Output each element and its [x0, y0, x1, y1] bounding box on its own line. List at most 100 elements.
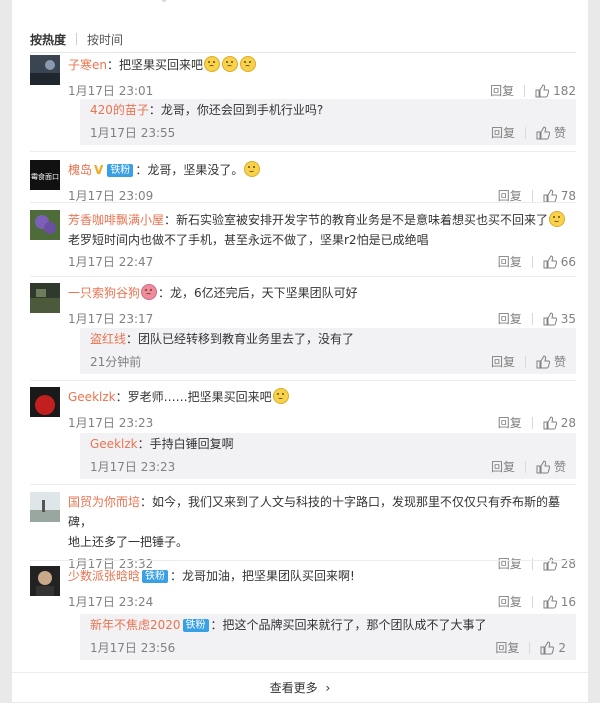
comment-time: 1月17日 23:01 — [68, 84, 154, 98]
comment-meta: 1月17日 23:09 回复 78 — [68, 186, 576, 206]
like-count: 16 — [560, 595, 576, 609]
like-button[interactable]: 182 — [535, 81, 576, 101]
love-emoji-icon — [141, 284, 158, 300]
like-count: 35 — [560, 312, 576, 326]
view-more-button[interactable]: 查看更多 › — [12, 672, 588, 703]
like-button[interactable]: 78 — [543, 186, 576, 206]
like-button[interactable]: 2 — [540, 638, 566, 658]
scroll-hint: ⌄ — [160, 0, 170, 5]
comment-meta: 1月17日 22:47 回复 66 — [68, 252, 576, 272]
reply-button[interactable]: 回复 — [498, 252, 522, 272]
fan-badge: 铁粉 — [182, 619, 209, 632]
avatar[interactable] — [30, 283, 60, 313]
like-button[interactable]: 赞 — [536, 123, 566, 143]
like-button[interactable]: 28 — [543, 413, 576, 433]
thumbs-up-icon — [536, 460, 550, 474]
thumbs-up-icon — [540, 641, 555, 655]
reply-username[interactable]: 新年不焦虑2020 — [90, 618, 181, 632]
comment-divider — [30, 151, 576, 152]
like-button[interactable]: 16 — [543, 592, 576, 612]
action-separator — [529, 642, 531, 654]
reply-username[interactable]: Geeklzk — [90, 437, 138, 451]
reply-button[interactable]: 回复 — [498, 309, 522, 329]
reply-content: ：龙哥，你还会回到手机行业吗? — [148, 103, 324, 117]
comment-username[interactable]: 少数派张晗晗 — [68, 569, 140, 583]
comment-text: Geeklzk：罗老师……把坚果买回来吧 — [68, 387, 576, 407]
like-count: 78 — [560, 189, 576, 203]
sad-emoji-icon — [222, 56, 239, 72]
avatar[interactable] — [30, 387, 60, 417]
comment-time: 1月17日 23:17 — [68, 312, 154, 326]
reply-button[interactable]: 回复 — [491, 352, 515, 372]
comment-username[interactable]: 槐岛 — [68, 163, 92, 177]
comment-meta: 1月17日 23:23 回复 28 — [68, 413, 576, 433]
comment-username[interactable]: Geeklzk — [68, 390, 116, 404]
reply-text: Geeklzk：手持白锤回复啊 — [90, 433, 566, 455]
comment-text: 少数派张晗晗 铁粉 ：龙哥加油，把坚果团队买回来啊! — [68, 566, 576, 586]
comment-content: ：新石实验室被安排开发字节的教育业务是不是意味着想买也买不回来了 — [164, 213, 549, 227]
reply-content: ：手持白锤回复啊 — [137, 437, 234, 451]
reply-content: ：团队已经转移到教育业务里去了，没有了 — [126, 332, 355, 346]
comment-meta: 1月17日 23:24 回复 16 — [68, 592, 576, 612]
reply-meta: 21分钟前 回复 赞 — [90, 352, 566, 372]
action-separator — [531, 596, 533, 608]
action-separator — [531, 256, 533, 268]
comment-text: 一只索狗谷狗 ：龙，6亿还完后，天下坚果团队可好 — [68, 283, 576, 303]
comment-username[interactable]: 一只索狗谷狗 — [68, 286, 140, 300]
reply-meta: 1月17日 23:23 回复 赞 — [90, 457, 566, 477]
tab-separator — [76, 33, 78, 45]
comment-content: ：罗老师……把坚果买回来吧 — [115, 390, 272, 404]
comment-meta: 1月17日 23:17 回复 35 — [68, 309, 576, 329]
reply-box: 新年不焦虑2020 铁粉 ：把这个品牌买回来就行了，那个团队成不了大事了 1月17日… — [80, 614, 576, 660]
tab-by-time[interactable]: 按时间 — [87, 31, 123, 48]
thumbs-up-icon — [536, 126, 550, 140]
comment-meta: 1月17日 23:01 回复 182 — [68, 81, 576, 101]
verified-v-icon: V — [94, 163, 104, 177]
reply-button[interactable]: 回复 — [498, 592, 522, 612]
svg-text:霉食面口: 霉食面口 — [31, 172, 59, 181]
reply-time: 21分钟前 — [90, 355, 142, 369]
like-button[interactable]: 赞 — [536, 457, 566, 477]
comment-username[interactable]: 子寒en — [68, 58, 107, 72]
like-button[interactable]: 66 — [543, 252, 576, 272]
reply-button[interactable]: 回复 — [490, 81, 514, 101]
comments-panel: ⌄ 按热度 按时间 子寒en：把坚果买回来吧 1月17日 23:01 回复 18… — [12, 0, 588, 702]
tab-by-hot[interactable]: 按热度 — [30, 31, 66, 48]
thumbs-up-icon — [543, 189, 557, 203]
like-count: 2 — [558, 641, 566, 655]
avatar[interactable] — [30, 55, 60, 85]
comment-content: ：龙哥加油，把坚果团队买回来啊! — [170, 569, 355, 583]
thumbs-up-icon — [543, 255, 557, 269]
view-more-label: 查看更多 — [269, 681, 318, 695]
reply-meta: 1月17日 23:56 回复 2 — [90, 638, 566, 658]
reply-username[interactable]: 盗红线 — [90, 332, 126, 346]
reply-button[interactable]: 回复 — [498, 413, 522, 433]
thumbs-up-icon — [543, 312, 557, 326]
comment-text: 国贸为你而培：如今，我们又来到了人文与科技的十字路口，发现那里不仅仅只有乔布斯的… — [68, 492, 576, 532]
avatar[interactable]: 霉食面口 — [30, 160, 60, 190]
fan-badge: 铁粉 — [142, 570, 169, 583]
like-label: 赞 — [553, 126, 566, 140]
crying-emoji-icon — [549, 211, 566, 227]
avatar[interactable] — [30, 566, 60, 596]
action-separator — [524, 85, 526, 97]
comment-username[interactable]: 芳香咖啡飘满小屋 — [68, 213, 164, 227]
comment-item: 芳香咖啡飘满小屋：新石实验室被安排开发字节的教育业务是不是意味着想买也买不回来了… — [30, 210, 576, 270]
reply-button[interactable]: 回复 — [491, 123, 515, 143]
like-button[interactable]: 赞 — [536, 352, 566, 372]
thumbs-up-icon — [543, 595, 557, 609]
reply-button[interactable]: 回复 — [491, 457, 515, 477]
like-label: 赞 — [553, 460, 566, 474]
like-button[interactable]: 35 — [543, 309, 576, 329]
thumbs-up-icon — [536, 355, 550, 369]
sad-emoji-icon — [204, 56, 221, 72]
comment-username[interactable]: 国贸为你而培 — [68, 495, 140, 509]
reply-username[interactable]: 420的苗子 — [90, 103, 149, 117]
avatar[interactable] — [30, 492, 60, 522]
reply-button[interactable]: 回复 — [498, 186, 522, 206]
reply-button[interactable]: 回复 — [495, 638, 519, 658]
reply-box: 420的苗子：龙哥，你还会回到手机行业吗? 1月17日 23:55 回复 赞 — [80, 99, 576, 145]
reply-box: 盗红线：团队已经转移到教育业务里去了，没有了 21分钟前 回复 赞 — [80, 328, 576, 374]
comment-divider — [30, 484, 576, 485]
like-label: 赞 — [553, 355, 566, 369]
